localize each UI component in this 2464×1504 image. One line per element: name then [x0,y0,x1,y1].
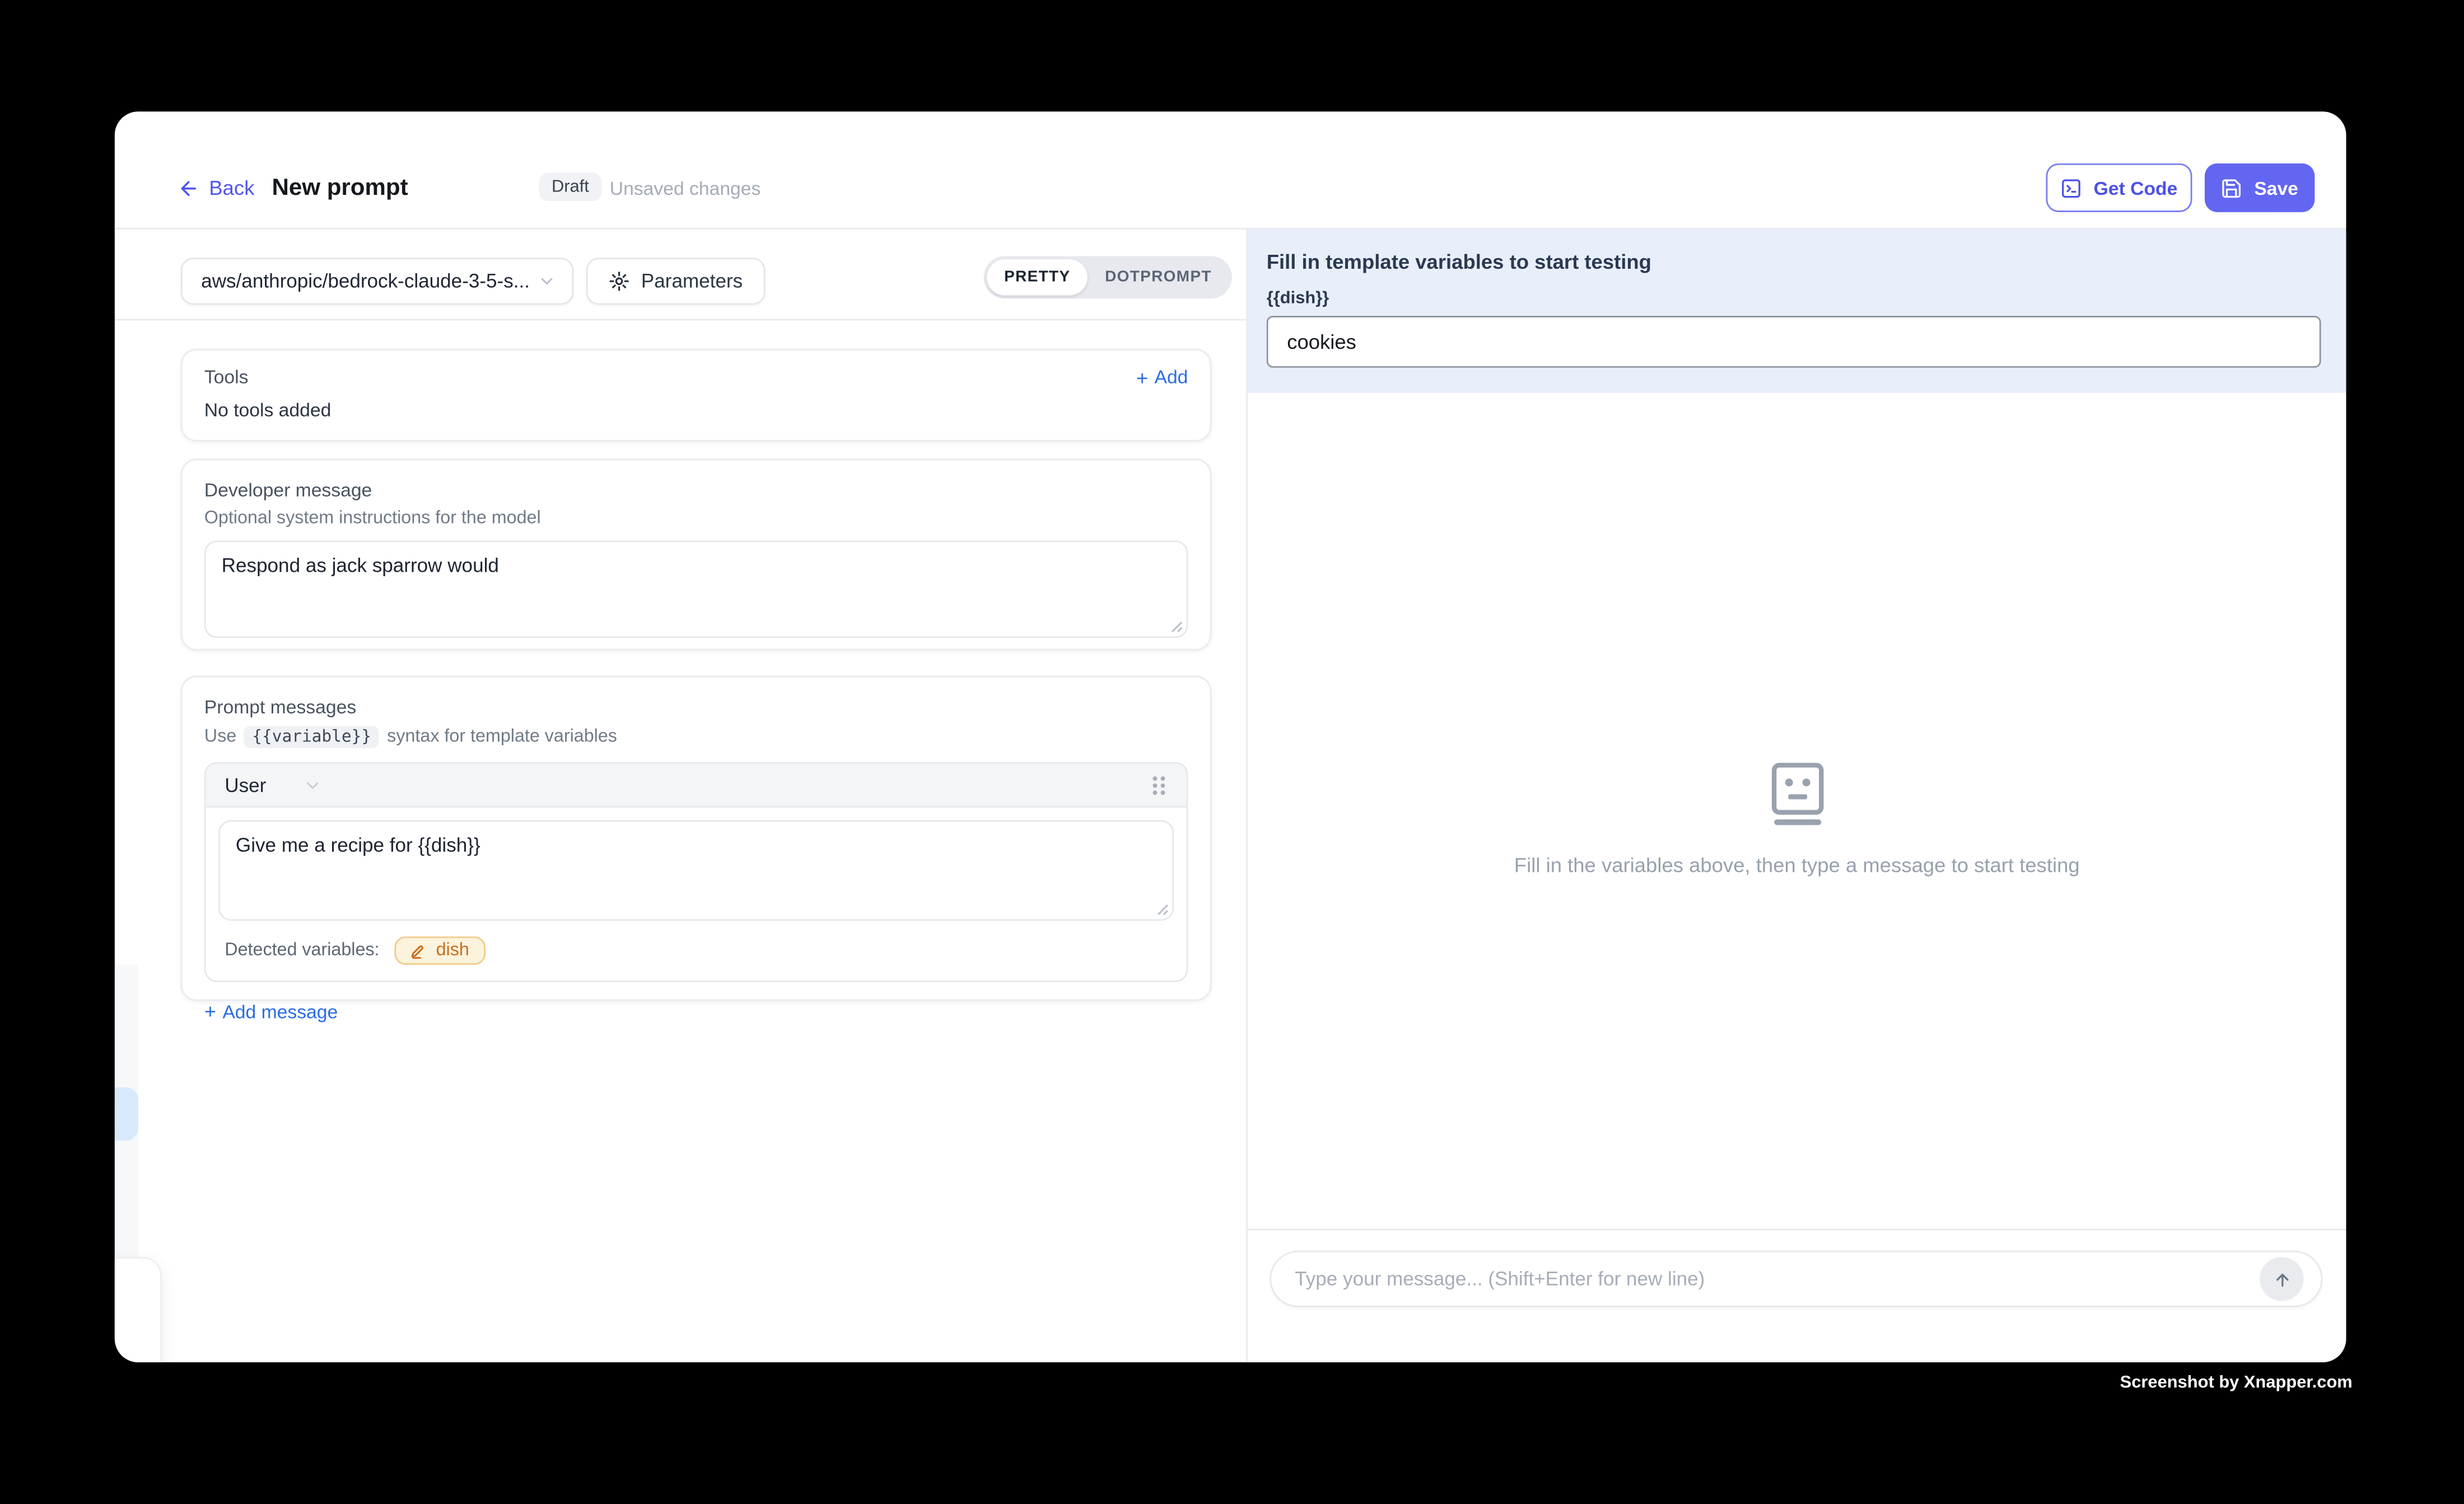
message-content-input[interactable] [218,820,1174,921]
variable-badge-label: dish [436,941,469,960]
bottom-left-panel [115,1257,162,1362]
detected-variables-label: Detected variables: [225,941,379,960]
save-button[interactable]: Save [2205,164,2314,212]
variable-value-input[interactable] [1267,316,2321,368]
developer-message-input[interactable] [204,540,1188,638]
model-toolbar: aws/anthropic/bedrock-claude-3-5-s... Pa… [115,230,1246,321]
developer-message-title: Developer message [204,479,1188,501]
variable-syntax-chip: {{variable}} [244,726,379,748]
chat-empty-state: Fill in the variables above, then type a… [1248,393,2346,1229]
gear-icon [608,270,630,292]
template-variables-panel: Fill in template variables to start test… [1248,230,2346,393]
toggle-dotprompt[interactable]: DOTPROMPT [1088,259,1229,296]
developer-message-card: Developer message Optional system instru… [181,459,1212,650]
chat-input-bar [1248,1229,2346,1362]
add-message-label: Add message [222,1000,338,1022]
empty-state-text: Fill in the variables above, then type a… [1514,853,2080,877]
back-label: Back [209,176,254,199]
tester-title: Fill in template variables to start test… [1267,250,2321,273]
add-message-button[interactable]: + Add message [204,1000,338,1022]
variable-name-label: {{dish}} [1267,289,2321,308]
plus-icon: + [1136,367,1148,387]
floppy-disk-icon [2221,177,2243,199]
back-arrow-icon [178,177,199,199]
hint-prefix: Use [204,727,236,746]
arrow-up-icon [2271,1269,2292,1289]
parameters-label: Parameters [641,270,743,292]
chevron-down-icon [538,272,557,291]
add-tool-label: Add [1154,366,1188,388]
tools-empty-text: No tools added [204,399,1188,421]
watermark-credit: Screenshot by Xnapper.com [2120,1374,2353,1393]
get-code-label: Get Code [2094,177,2178,199]
message-block: User Detected variables: dish [204,762,1188,982]
unsaved-changes-label: Unsaved changes [610,178,761,199]
sidebar-active-item[interactable] [115,1087,138,1141]
parameters-button[interactable]: Parameters [586,258,765,305]
developer-message-subtitle: Optional system instructions for the mod… [204,509,1188,528]
resize-grip-icon[interactable] [1171,620,1183,633]
role-value: User [225,774,266,796]
message-header: User [206,764,1187,808]
header: Back New prompt Draft Unsaved changes Ge… [115,111,2346,229]
app-window: Back New prompt Draft Unsaved changes Ge… [115,111,2346,1362]
pencil-line-icon [411,942,428,959]
detected-variables-row: Detected variables: dish [206,933,1187,980]
tools-card: Tools + Add No tools added [181,349,1212,442]
robot-face-icon [1768,762,1825,828]
model-selector[interactable]: aws/anthropic/bedrock-claude-3-5-s... [181,258,574,305]
status-badge: Draft [539,173,601,202]
toggle-pretty[interactable]: PRETTY [987,259,1088,296]
role-selector[interactable]: User [225,774,323,796]
prompt-messages-title: Prompt messages [204,696,1188,718]
template-variables-hint: Use {{variable}} syntax for template var… [204,726,1188,748]
tools-title: Tools [204,366,249,388]
terminal-square-icon [2061,177,2083,199]
variable-badge-dish[interactable]: dish [395,936,485,965]
back-button[interactable]: Back [178,176,254,199]
add-tool-button[interactable]: + Add [1136,366,1188,388]
model-selector-value: aws/anthropic/bedrock-claude-3-5-s... [201,270,538,292]
save-label: Save [2254,177,2298,199]
hint-suffix: syntax for template variables [387,727,617,746]
prompt-messages-card: Prompt messages Use {{variable}} syntax … [181,676,1212,1001]
get-code-button[interactable]: Get Code [2046,164,2192,212]
screenshot-stage: Back New prompt Draft Unsaved changes Ge… [0,0,2464,1503]
resize-grip-icon[interactable] [1156,904,1169,916]
format-toggle: PRETTY DOTPROMPT [984,256,1233,298]
page-title: New prompt [272,174,408,201]
chat-message-input[interactable] [1270,1251,2322,1307]
drag-handle-icon[interactable] [1150,774,1168,796]
chevron-down-icon [304,776,323,795]
plus-icon: + [204,1001,216,1021]
send-button[interactable] [2260,1257,2304,1301]
